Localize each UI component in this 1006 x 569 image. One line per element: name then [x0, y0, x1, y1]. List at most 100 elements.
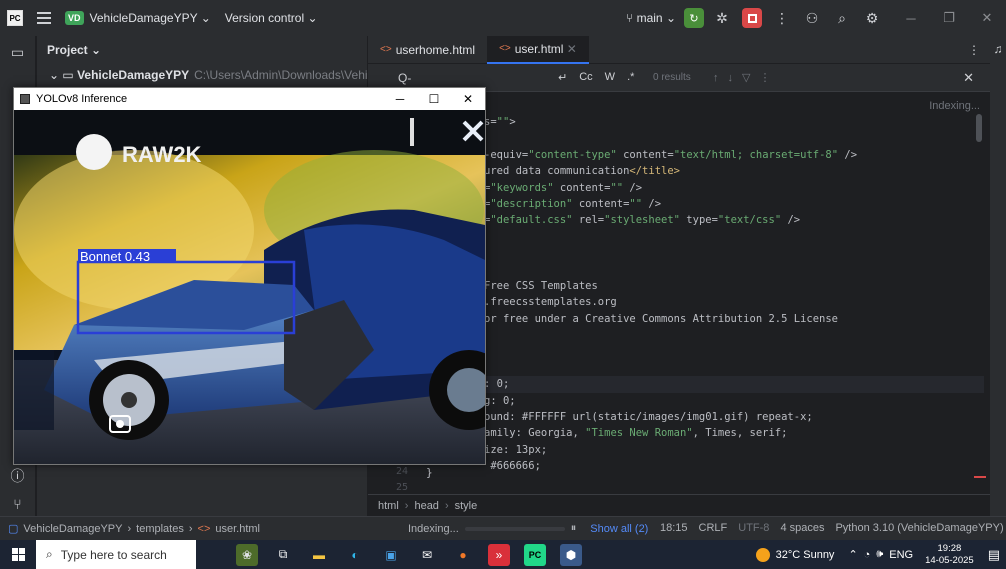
run-config-icon[interactable]: ↻: [684, 8, 704, 28]
chevron-down-icon: ⌄: [49, 68, 63, 82]
firefox-icon[interactable]: ●: [452, 544, 474, 566]
problems-icon[interactable]: ⓘ: [6, 464, 30, 488]
system-tray: 32°C Sunny ⌃ ◔ 🕪 ENG 19:28 14-05-2025 ▤: [755, 540, 1006, 569]
match-case-toggle[interactable]: Cc: [579, 71, 592, 84]
weather-text[interactable]: 32°C Sunny: [776, 549, 835, 561]
more-actions-icon[interactable]: ⋮: [772, 8, 792, 28]
file-encoding[interactable]: UTF-8: [738, 522, 769, 535]
task-view-icon[interactable]: ⧉: [272, 544, 294, 566]
regex-toggle[interactable]: .*: [627, 71, 634, 84]
tabs-more-icon[interactable]: ⋮: [968, 43, 980, 57]
maximize-icon[interactable]: ❐: [930, 0, 968, 36]
code-line: ="description" content="" />: [484, 197, 662, 210]
volume-icon[interactable]: 🕪: [876, 548, 883, 561]
indexing-progress: [464, 526, 565, 531]
version-control-menu[interactable]: Version control ⌄: [225, 11, 318, 25]
search-icon[interactable]: ⌕: [832, 8, 852, 28]
pycharm-taskbar-icon[interactable]: PC: [524, 543, 546, 566]
code-line: Free CSS Templates: [484, 279, 598, 292]
notification-center-icon[interactable]: ▤: [988, 547, 1000, 563]
detection-label: Bonnet 0.43: [80, 249, 150, 264]
tab-userhome[interactable]: <> userhome.html: [368, 36, 487, 64]
folder-icon: ▭: [62, 68, 78, 82]
file-explorer-icon[interactable]: ▬: [308, 544, 330, 566]
breadcrumb-html[interactable]: html: [378, 500, 399, 512]
breadcrumb-head[interactable]: head: [414, 500, 438, 512]
code-content[interactable]: s=""> -equiv="content-type" content="text…: [484, 114, 984, 475]
mail-icon[interactable]: ✉: [416, 544, 438, 566]
taskbar-apps: ❀ ⧉ ▬ ◐ ▣ ✉ ● » PC ⬢: [236, 543, 582, 566]
yolo-inference-window[interactable]: YOLOv8 Inference ─ ☐ ✕ RAW2K Bonnet 0.43: [13, 87, 486, 465]
error-marker[interactable]: [974, 476, 986, 478]
search-placeholder: Type here to search: [60, 547, 167, 562]
status-right: 18:15 CRLF UTF-8 4 spaces Python 3.10 (V…: [660, 522, 1006, 535]
tab-user[interactable]: <> user.html ✕: [487, 35, 589, 64]
code-line: amily: Georgia, "Times New Roman", Times…: [484, 427, 788, 440]
project-panel-header[interactable]: Project ⌄: [37, 36, 367, 64]
python-interpreter[interactable]: Python 3.10 (VehicleDamageYPY): [835, 522, 1003, 535]
stop-button[interactable]: [742, 8, 762, 28]
yolo-close-icon[interactable]: ✕: [451, 88, 485, 110]
notifications-bell-icon[interactable]: ♫: [990, 42, 1006, 56]
find-close-icon[interactable]: ✕: [963, 70, 974, 86]
find-options: ↵ Cc W .*: [558, 71, 634, 84]
settings-gear-icon[interactable]: ⚙: [862, 8, 882, 28]
crumb-file[interactable]: user.html: [215, 523, 260, 535]
app-red-icon[interactable]: »: [488, 543, 510, 566]
breadcrumb-sep: ›: [444, 499, 449, 512]
main-menu-icon[interactable]: [37, 12, 51, 24]
tray-chevron-icon[interactable]: ⌃: [848, 548, 857, 561]
code-line: : 0;: [484, 376, 984, 393]
branch-selector[interactable]: ⑂ main ⌄: [626, 11, 676, 25]
taskbar-search[interactable]: ⌕ Type here to search: [36, 540, 196, 569]
windows-taskbar: ⌕ Type here to search ❀ ⧉ ▬ ◐ ▣ ✉ ● » PC…: [0, 540, 1006, 569]
crumb-project[interactable]: VehicleDamageYPY: [23, 523, 122, 535]
editor-breadcrumb: html › head › style: [368, 494, 990, 516]
find-input[interactable]: Q-: [398, 71, 411, 85]
debug-icon[interactable]: ✲: [712, 8, 732, 28]
start-button[interactable]: [0, 540, 36, 569]
project-root-node[interactable]: ⌄ ▭ VehicleDamageYPY C:\Users\Admin\Down…: [37, 64, 367, 86]
minimize-icon[interactable]: ─: [892, 0, 930, 36]
breadcrumb-style[interactable]: style: [455, 500, 478, 512]
yolo-minimize-icon[interactable]: ─: [383, 88, 417, 110]
git-icon[interactable]: ⑂: [6, 492, 30, 516]
line-separator[interactable]: CRLF: [699, 522, 728, 535]
yolo-window-title: YOLOv8 Inference: [36, 93, 128, 105]
whole-word-toggle[interactable]: W: [605, 71, 615, 84]
python-app-icon[interactable]: ⬢: [560, 543, 582, 566]
close-icon[interactable]: ✕: [968, 0, 1006, 36]
code-line: ="keywords" content="" />: [484, 181, 643, 194]
newline-icon[interactable]: ↵: [558, 71, 567, 84]
edge-icon[interactable]: ◐: [344, 544, 366, 566]
widgets-icon[interactable]: ❀: [236, 543, 258, 566]
code-line: s="">: [484, 116, 516, 128]
code-line: -equiv="content-type" content="text/html…: [484, 148, 858, 161]
editor-tabs: <> userhome.html <> user.html ✕ ⋮: [368, 35, 990, 64]
project-folder-icon[interactable]: ▭: [6, 40, 30, 64]
indent-setting[interactable]: 4 spaces: [780, 522, 824, 535]
pause-icon[interactable]: ⏸: [571, 522, 577, 535]
crumb-folder[interactable]: templates: [136, 523, 184, 535]
find-nav-icons[interactable]: ↑↓▽⋮: [713, 71, 779, 84]
tab-label: user.html: [514, 41, 564, 56]
add-user-icon[interactable]: ⚇: [802, 8, 822, 28]
store-icon[interactable]: ▣: [380, 544, 402, 566]
yolo-maximize-icon[interactable]: ☐: [417, 88, 451, 110]
tab-label: userhome.html: [395, 42, 476, 57]
clock[interactable]: 19:28 14-05-2025: [925, 543, 974, 567]
title-bar: PC VD VehicleDamageYPY ⌄ Version control…: [0, 0, 1006, 36]
code-line: ound: #FFFFFF url(static/images/img01.gi…: [484, 411, 813, 424]
network-icon[interactable]: ◔: [864, 549, 871, 561]
language-indicator[interactable]: ENG: [889, 549, 913, 561]
tab-close-icon[interactable]: ✕: [567, 42, 577, 56]
show-all-link[interactable]: Show all (2): [590, 523, 648, 535]
yolo-window-titlebar[interactable]: YOLOv8 Inference ─ ☐ ✕: [14, 88, 485, 110]
project-selector[interactable]: VehicleDamageYPY ⌄: [90, 11, 211, 25]
find-results: 0 results: [653, 72, 691, 83]
caret-position[interactable]: 18:15: [660, 522, 688, 535]
